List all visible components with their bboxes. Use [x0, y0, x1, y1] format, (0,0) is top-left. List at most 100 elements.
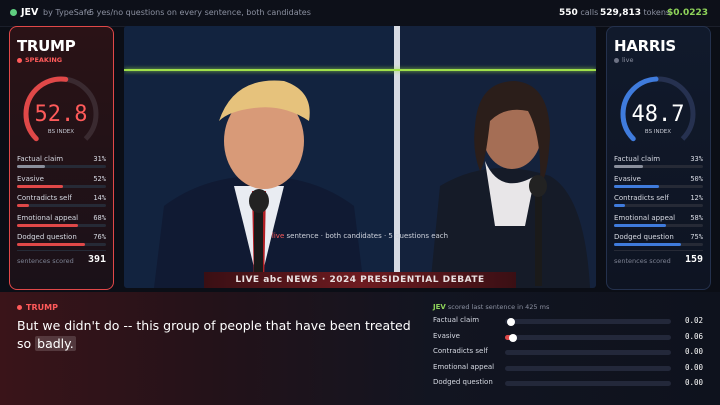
jev-score-track [505, 366, 671, 371]
harris-card: HARRIS live 48.7 BS INDEX Factual claim 3… [606, 26, 711, 290]
metric-percent: 14% [93, 194, 106, 202]
metric-fill [614, 223, 666, 227]
metric-track [614, 165, 703, 168]
trump-bs-gauge: 52.8 BS INDEX [23, 76, 99, 152]
metric-track [17, 243, 106, 246]
metric-percent: 12% [690, 194, 703, 202]
harris-scored-count: 159 [684, 254, 703, 265]
metric-fill [614, 165, 644, 168]
harris-metrics: Factual claim 33% Evasive 50% Contradicts se… [614, 155, 703, 253]
jev-score-value: 0.00 [684, 347, 703, 356]
jev-score-knob [507, 317, 515, 326]
jev-score-track [505, 381, 671, 386]
metric-label: Factual claim [17, 155, 64, 163]
metric-percent: 68% [93, 213, 106, 222]
transcript-current-word: badly. [35, 336, 76, 351]
metric-label: Dodged question [17, 233, 77, 241]
metric-label: Emotional appeal [614, 213, 676, 222]
current-speaker: TRUMP [17, 303, 58, 312]
trump-scored: sentences scored 391 [17, 250, 106, 265]
metric-label: Emotional appeal [17, 213, 79, 222]
metric-track [614, 223, 703, 227]
metric-label: Dodged question [614, 233, 674, 241]
jev-score-label: Dodged question [433, 378, 493, 386]
metric-fill [17, 165, 45, 168]
trump-metric-row: Emotional appeal 68% [17, 214, 106, 234]
metric-percent: 31% [93, 155, 106, 163]
trump-metrics: Factual claim 31% Evasive 52% Contradicts se… [17, 155, 106, 253]
trump-name: TRUMP [17, 37, 76, 55]
harris-metric-row: Contradicts self 12% [614, 194, 703, 214]
calls-label: calls [580, 8, 599, 17]
harris-index-label: BS INDEX [645, 129, 671, 135]
trump-index-label: BS INDEX [48, 129, 74, 135]
scan-line [124, 69, 596, 71]
metric-fill [614, 204, 625, 207]
metric-fill [17, 204, 30, 207]
calls-value: 550 [559, 8, 578, 18]
caption-text: sentence · both candidates · 5 questions… [284, 232, 449, 240]
metric-track [17, 223, 106, 227]
metric-label: Factual claim [614, 155, 661, 163]
news-banner-text: LIVE abc NEWS · 2024 PRESIDENTIAL DEBATE [235, 275, 485, 285]
jev-score-value: 0.00 [684, 363, 703, 372]
harris-video-frame [400, 26, 596, 288]
metric-track [17, 204, 106, 207]
metric-label: Contradicts self [614, 194, 669, 202]
metric-percent: 52% [93, 174, 106, 183]
metric-track [17, 165, 106, 168]
trump-status: SPEAKING [17, 56, 62, 64]
harris-bs-gauge: 48.7 BS INDEX [620, 76, 696, 152]
metric-percent: 33% [690, 155, 703, 163]
live-dot [614, 57, 619, 63]
metric-track [614, 204, 703, 207]
split-divider [394, 26, 400, 288]
harris-name: HARRIS [614, 37, 676, 55]
trump-card: TRUMP SPEAKING 52.8 BS INDEX Factual cla… [9, 26, 114, 290]
harris-status: live [614, 56, 633, 64]
tokens-value: 529,813 [600, 8, 641, 18]
metric-percent: 58% [690, 213, 703, 222]
metric-fill [17, 243, 85, 246]
speaker-dot [17, 305, 22, 310]
tokens-stat: 529,813 tokens [600, 8, 670, 18]
jev-note: scored last sentence in 425 ms [447, 303, 550, 311]
jev-score-row: Emotional appeal 0.00 [433, 363, 703, 375]
metric-fill [614, 243, 681, 246]
trump-metric-row: Factual claim 31% [17, 155, 106, 175]
harris-score: 48.7 [632, 102, 685, 127]
trump-status-label: SPEAKING [25, 56, 63, 64]
app-brand: JEV [21, 7, 39, 18]
metric-track [614, 243, 703, 246]
harris-scored-label: sentences scored [614, 257, 671, 265]
jev-score-value: 0.06 [684, 332, 703, 341]
video-caption: live sentence · both candidates · 5 ques… [124, 232, 596, 240]
transcript-text: But we didn't do -- this group of people… [17, 318, 411, 351]
metric-label: Evasive [17, 174, 44, 183]
harris-metric-row: Evasive 50% [614, 175, 703, 195]
jev-score-row: Evasive 0.06 [433, 332, 703, 344]
trump-score: 52.8 [35, 102, 88, 127]
trump-scored-count: 391 [87, 254, 106, 265]
live-status-dot [10, 9, 17, 16]
metric-track [614, 184, 703, 188]
metric-percent: 76% [93, 233, 106, 241]
debate-video[interactable]: live sentence · both candidates · 5 ques… [124, 26, 596, 288]
jev-score-track [505, 350, 671, 355]
metric-fill [614, 184, 659, 188]
jev-score-value: 0.02 [684, 316, 703, 325]
metric-fill [17, 184, 64, 188]
speaking-dot [17, 57, 22, 63]
jev-score-track [505, 333, 671, 342]
jev-score-label: Emotional appeal [433, 363, 495, 371]
harris-metric-row: Factual claim 33% [614, 155, 703, 175]
metric-percent: 75% [690, 233, 703, 241]
app-description: 5 yes/no questions on every sentence, bo… [89, 8, 311, 17]
transcript-sentence: But we didn't do -- this group of people… [17, 317, 417, 353]
cost-value: $0.0223 [667, 8, 708, 18]
harris-figure-image [400, 26, 596, 288]
top-bar: JEV by TypeSafe · 5 yes/no questions on … [0, 0, 720, 27]
caption-highlight: live [271, 232, 285, 240]
harris-scored: sentences scored 159 [614, 250, 703, 265]
jev-score-label: Contradicts self [433, 347, 488, 355]
